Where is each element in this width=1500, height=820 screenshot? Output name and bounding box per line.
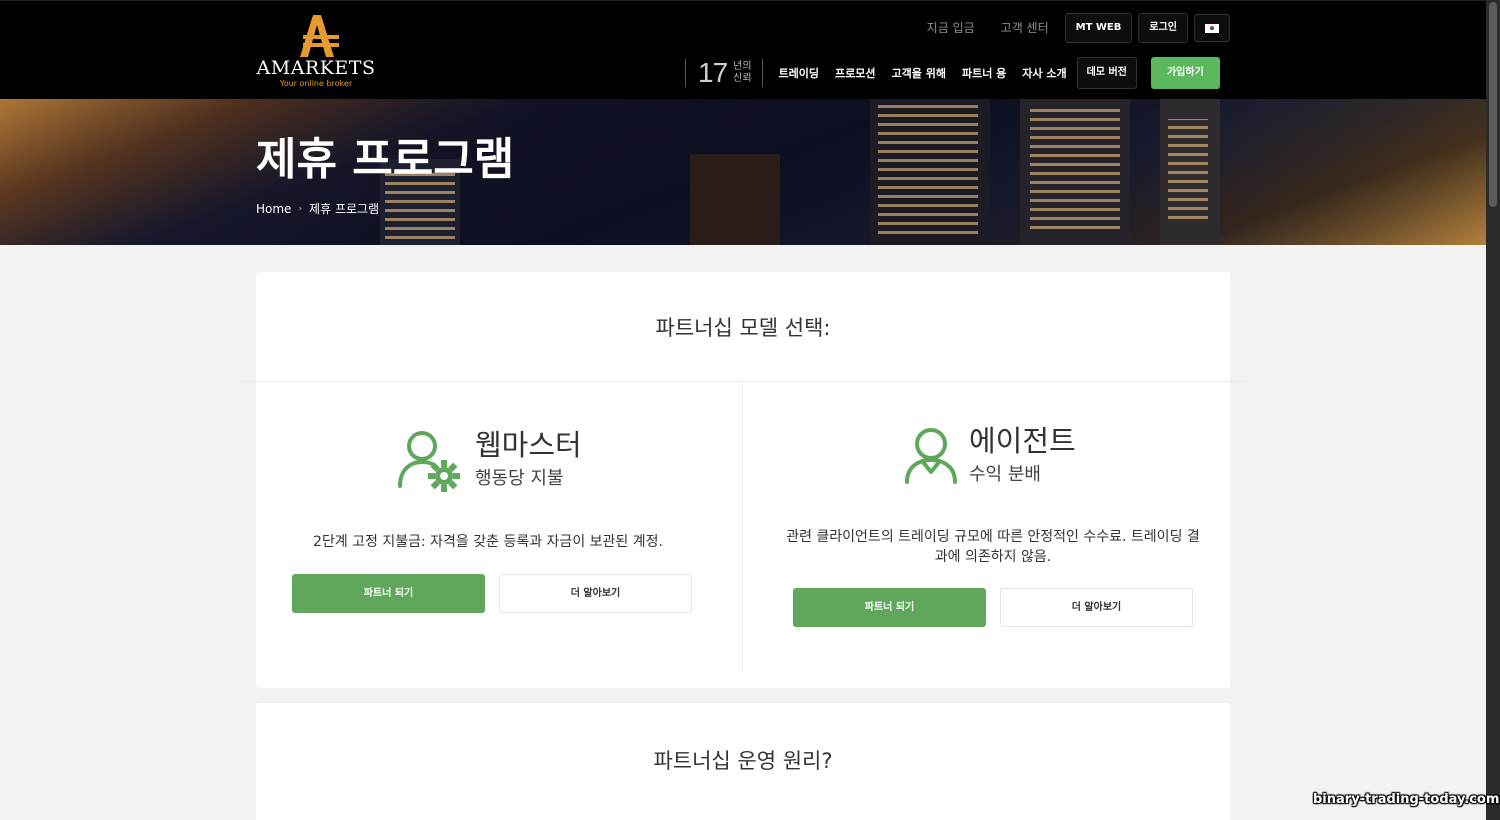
partnership-models-card: 파트너십 모델 선택: 웹마스터 행동당 지불 2단계 고정 지불금: 자격을 …	[241, 272, 1245, 688]
logo-a-mark-icon	[300, 15, 339, 57]
page-scrollbar[interactable]	[1486, 0, 1500, 820]
deposit-link[interactable]: 지금 입금	[917, 13, 985, 43]
site-header: AMARKETS Your online broker 지금 입금 고객 센터 …	[0, 0, 1500, 99]
join-button[interactable]: 가입하기	[1150, 57, 1220, 89]
nav-promotions[interactable]: 프로모션	[827, 65, 883, 81]
webmaster-user-gear-icon	[398, 431, 460, 492]
scrollbar-thumb[interactable]	[1489, 2, 1497, 207]
agent-description: 관련 클라이언트의 트레이딩 규모에 따른 안정적인 수수료. 트레이딩 결과에…	[786, 529, 1200, 565]
breadcrumb-current: 제휴 프로그램	[309, 202, 380, 216]
building-windows	[1168, 119, 1208, 219]
trust-badge: 17 년의 신뢰	[685, 57, 763, 88]
webmaster-become-partner-button[interactable]: 파트너 되기	[292, 574, 485, 613]
agent-become-partner-button[interactable]: 파트너 되기	[793, 588, 986, 627]
building-shape	[690, 154, 780, 245]
nav-about[interactable]: 자사 소개	[1014, 65, 1074, 81]
nav-for-clients[interactable]: 고객을 위해	[884, 65, 954, 81]
webmaster-description: 2단계 고정 지불금: 자격을 갖춘 등록과 자금이 보관된 계정.	[313, 534, 663, 550]
login-button[interactable]: 로그인	[1138, 13, 1188, 43]
demo-button[interactable]: 데모 버전	[1076, 57, 1137, 89]
page: AMARKETS Your online broker 지금 입금 고객 센터 …	[0, 0, 1500, 820]
language-selector[interactable]	[1194, 14, 1230, 42]
breadcrumb-chevron-icon: ›	[298, 203, 303, 214]
korea-flag-icon	[1205, 23, 1219, 33]
page-title: 제휴 프로그램	[256, 134, 515, 185]
trust-divider	[761, 59, 763, 87]
logo-wordmark: AMARKETS	[256, 57, 376, 79]
logo-tagline: Your online broker	[279, 79, 353, 88]
agent-learn-more-button[interactable]: 더 알아보기	[1000, 588, 1193, 627]
breadcrumb-home[interactable]: Home	[256, 202, 291, 216]
webmaster-subtitle: 행동당 지불	[475, 468, 564, 489]
how-it-works-card: 파트너십 운영 원리?	[256, 703, 1230, 820]
watermark-text: binary-trading-today.com	[1313, 792, 1500, 807]
trust-text: 년의 신뢰	[733, 61, 751, 85]
trust-text-line2: 신뢰	[733, 73, 752, 84]
agent-title: 에이전트	[969, 424, 1076, 458]
nav-trading[interactable]: 트레이딩	[771, 65, 827, 81]
amarkets-logo[interactable]: AMARKETS Your online broker	[255, 11, 377, 91]
top-links: 지금 입금 고객 센터 MT WEB 로그인	[917, 13, 1230, 43]
partnership-heading: 파트너십 모델 선택:	[655, 316, 831, 340]
mt-web-button[interactable]: MT WEB	[1064, 13, 1133, 43]
trust-text-line1: 년의	[733, 61, 752, 72]
how-it-works-heading: 파트너십 운영 원리?	[653, 749, 833, 773]
trust-years: 17	[698, 57, 728, 88]
webmaster-learn-more-button[interactable]: 더 알아보기	[499, 574, 692, 613]
model-webmaster: 웹마스터 행동당 지불 2단계 고정 지불금: 자격을 갖춘 등록과 자금이 보…	[256, 382, 743, 688]
building-windows	[878, 104, 978, 234]
breadcrumb: Home › 제휴 프로그램	[256, 200, 379, 217]
webmaster-title: 웹마스터	[475, 428, 582, 462]
nav-partners[interactable]: 파트너 용	[954, 65, 1014, 81]
main-nav: 17 년의 신뢰 트레이딩 프로모션 고객을 위해 파트너 용 자사 소개 데모…	[685, 53, 1220, 93]
agent-user-icon	[905, 428, 957, 484]
agent-subtitle: 수익 분배	[969, 464, 1041, 485]
model-agent: 에이전트 수익 분배 관련 클라이언트의 트레이딩 규모에 따른 안정적인 수수…	[743, 382, 1230, 688]
hero-banner: 제휴 프로그램 Home › 제휴 프로그램	[0, 99, 1486, 245]
building-windows	[1030, 109, 1120, 229]
support-link[interactable]: 고객 센터	[991, 13, 1059, 43]
